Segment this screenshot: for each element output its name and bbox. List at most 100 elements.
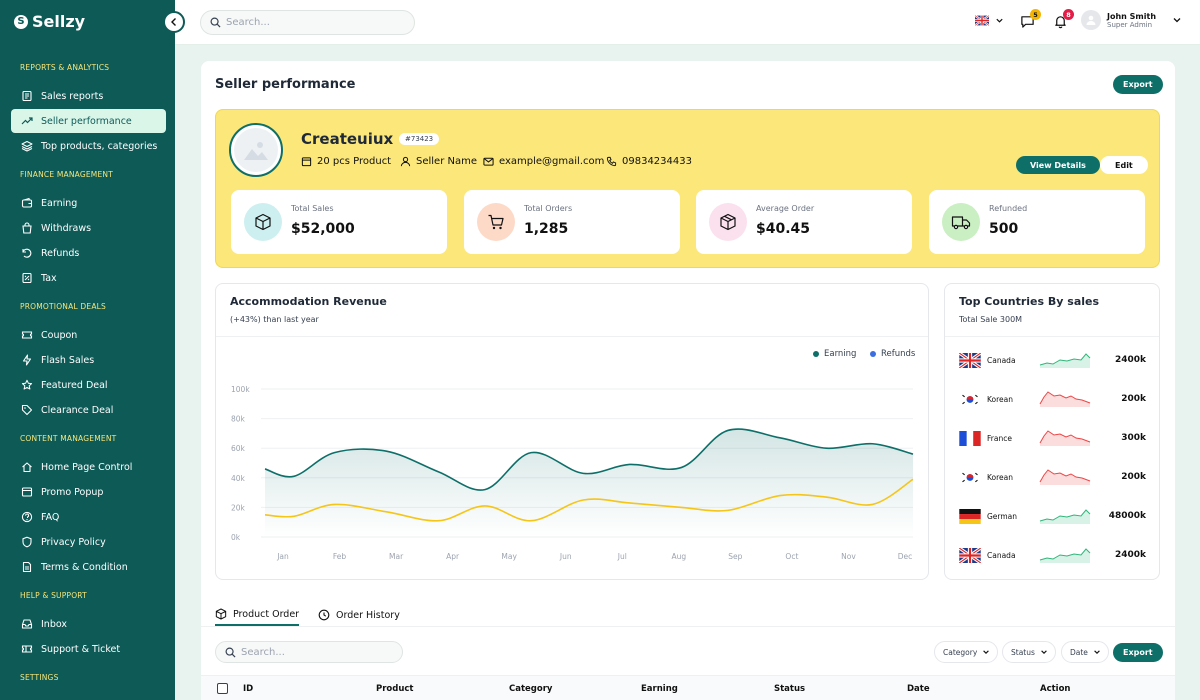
- sidebar-item-coupon[interactable]: Coupon: [11, 323, 166, 347]
- column-header-status[interactable]: Status: [774, 684, 805, 694]
- view-details-button[interactable]: View Details: [1016, 156, 1100, 174]
- truck-icon: [951, 216, 971, 230]
- sidebar-item-label: Promo Popup: [41, 486, 104, 498]
- filter-label: Status: [1011, 647, 1035, 657]
- brand-logo[interactable]: S Sellzy: [14, 12, 85, 31]
- sidebar-section-title: FINANCE MANAGEMENT: [20, 170, 113, 179]
- tab-label: Product Order: [233, 608, 300, 620]
- language-selector[interactable]: [975, 15, 1004, 26]
- sidebar-item-inbox[interactable]: Inbox: [11, 612, 166, 636]
- sparkline-down: [1039, 430, 1091, 446]
- package-icon: [301, 157, 312, 167]
- search-placeholder: Search...: [241, 646, 285, 658]
- search-icon: [210, 17, 221, 28]
- country-value: 300k: [1121, 433, 1146, 443]
- earning-area: [265, 429, 913, 537]
- y-tick-label: 60k: [231, 444, 246, 453]
- logo-icon: S: [14, 14, 28, 29]
- y-tick-label: 40k: [231, 474, 246, 483]
- stat-card-average-order: Average Order $40.45: [696, 190, 912, 254]
- legend-dot-earning: [813, 351, 819, 357]
- search-placeholder: Search...: [226, 17, 270, 28]
- legend-earning: Earning: [813, 349, 856, 359]
- sidebar-item-label: Terms & Condition: [41, 561, 128, 573]
- seller-phone: 09834234433: [606, 156, 692, 167]
- stat-label: Refunded: [989, 204, 1028, 213]
- seller-email: example@gmail.com: [483, 156, 604, 167]
- table-export-button[interactable]: Export: [1113, 643, 1163, 662]
- sidebar-collapse-button[interactable]: [163, 11, 185, 33]
- seller-product-count: 20 pcs Product: [301, 156, 391, 167]
- tax-icon: [22, 272, 32, 284]
- sidebar-item-sales-reports[interactable]: Sales reports: [11, 84, 166, 108]
- sidebar-item-label: Withdraws: [41, 222, 92, 234]
- filter-date[interactable]: Date: [1061, 641, 1109, 663]
- sidebar-item-flash-sales[interactable]: Flash Sales: [11, 348, 166, 372]
- sidebar-item-support-ticket[interactable]: Support & Ticket: [11, 637, 166, 661]
- chevron-down-icon: [1041, 650, 1047, 654]
- tab-product-order[interactable]: Product Order: [215, 604, 300, 626]
- column-header-earning[interactable]: Earning: [641, 684, 678, 694]
- korea-flag-icon: [959, 391, 981, 407]
- stat-value: 1,285: [524, 221, 569, 237]
- global-search-input[interactable]: Search...: [200, 10, 415, 35]
- sidebar-item-tax[interactable]: Tax: [11, 266, 166, 290]
- sidebar-item-privacy-policy[interactable]: Privacy Policy: [11, 530, 166, 554]
- sidebar-item-withdraws[interactable]: Withdraws: [11, 216, 166, 240]
- export-button[interactable]: Export: [1113, 75, 1163, 94]
- column-header-product[interactable]: Product: [376, 684, 414, 694]
- trend-icon: [21, 117, 33, 125]
- column-header-date[interactable]: Date: [907, 684, 930, 694]
- ticket-icon: [21, 645, 33, 653]
- country-row: Canada 2400k: [959, 545, 1146, 565]
- country-row: Canada 2400k: [959, 350, 1146, 370]
- country-row: France 300k: [959, 428, 1146, 448]
- notifications-button[interactable]: 8: [1053, 9, 1074, 30]
- sidebar-item-label: FAQ: [41, 511, 60, 523]
- revenue-subtitle: (+43%) than last year: [230, 315, 319, 324]
- stat-icon-wrap: [477, 203, 515, 241]
- user-menu[interactable]: John Smith Super Admin: [1081, 10, 1182, 30]
- column-header-action[interactable]: Action: [1040, 684, 1071, 694]
- stat-label: Total Orders: [524, 204, 573, 213]
- countries-title: Top Countries By sales: [959, 295, 1100, 308]
- sidebar-item-featured-deal[interactable]: Featured Deal: [11, 373, 166, 397]
- sidebar-item-top-products-categories[interactable]: Top products, categories: [11, 134, 166, 158]
- filter-category[interactable]: Category: [934, 641, 999, 663]
- stat-value: 500: [989, 221, 1019, 237]
- sidebar-item-home-page-control[interactable]: Home Page Control: [11, 455, 166, 479]
- sidebar-item-terms-condition[interactable]: Terms & Condition: [11, 555, 166, 579]
- sidebar-item-label: Earning: [41, 197, 78, 209]
- column-header-category[interactable]: Category: [509, 684, 552, 694]
- sidebar-item-label: Refunds: [41, 247, 80, 259]
- country-row: German 48000k: [959, 506, 1146, 526]
- sidebar-item-clearance-deal[interactable]: Clearance Deal: [11, 398, 166, 422]
- sidebar-item-seller-performance[interactable]: Seller performance: [11, 109, 166, 133]
- user-role: Super Admin: [1107, 20, 1153, 29]
- table-search-input[interactable]: Search...: [215, 641, 403, 663]
- sidebar-item-label: Flash Sales: [41, 354, 95, 366]
- uk-flag-icon: [959, 352, 981, 368]
- revenue-title: Accommodation Revenue: [230, 295, 387, 308]
- seller-avatar: [229, 123, 283, 177]
- sidebar-item-refunds[interactable]: Refunds: [11, 241, 166, 265]
- column-header-id[interactable]: ID: [243, 684, 253, 694]
- messages-button[interactable]: 5: [1020, 9, 1041, 30]
- star-icon: [21, 379, 33, 390]
- legend-dot-refunds: [870, 351, 876, 357]
- select-all-checkbox[interactable]: [217, 683, 228, 694]
- sidebar-item-faq[interactable]: FAQ: [11, 505, 166, 529]
- filter-status[interactable]: Status: [1002, 641, 1056, 663]
- main-panel: Seller performance Export Createuiux #73…: [201, 61, 1175, 700]
- edit-button[interactable]: Edit: [1100, 156, 1148, 174]
- brand-name: Sellzy: [32, 12, 86, 31]
- sidebar-item-label: Tax: [41, 272, 57, 284]
- coupon-icon: [21, 331, 33, 339]
- sidebar-item-earning[interactable]: Earning: [11, 191, 166, 215]
- tab-order-history[interactable]: Order History: [318, 604, 400, 626]
- stat-label: Average Order: [756, 204, 815, 213]
- filter-label: Category: [943, 647, 978, 657]
- sidebar-item-promo-popup[interactable]: Promo Popup: [11, 480, 166, 504]
- user-name: John Smith: [1107, 11, 1157, 21]
- chevron-down-icon: [996, 18, 1003, 23]
